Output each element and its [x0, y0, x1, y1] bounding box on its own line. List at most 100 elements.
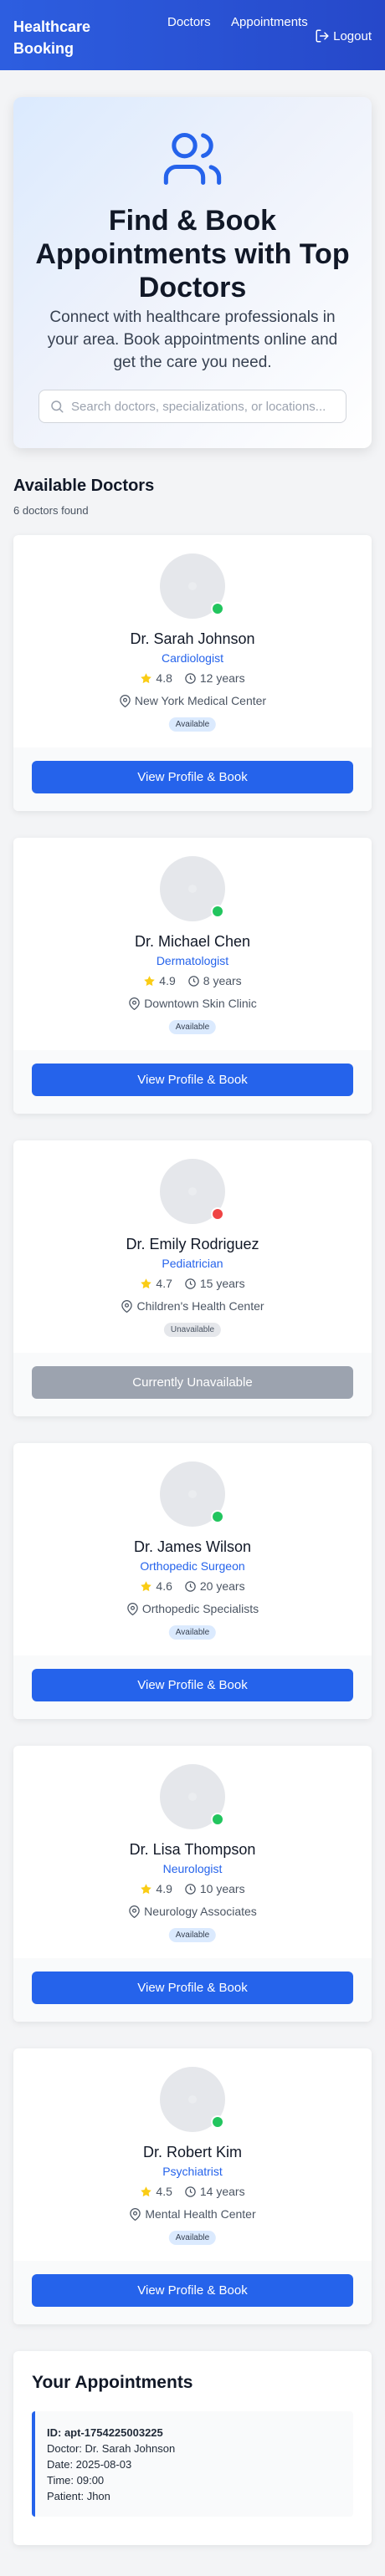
star-icon — [141, 1580, 152, 1591]
location-value: Orthopedic Specialists — [141, 1602, 259, 1615]
star-icon — [144, 975, 156, 986]
card-footer: View Profile & Book — [13, 747, 372, 811]
map-pin-icon — [121, 1299, 133, 1313]
rating-value: 4.9 — [159, 974, 176, 987]
avatar-placeholder — [188, 1490, 197, 1498]
doctor-meta: 4.7 15 years — [13, 1277, 372, 1290]
doctor-card: Dr. Emily Rodriguez Pediatrician 4.7 15 … — [13, 1140, 372, 1416]
view-profile-button[interactable]: View Profile & Book — [32, 1669, 353, 1701]
appointment-item: ID: apt-1754225003225 Doctor: Dr. Sarah … — [32, 2411, 353, 2517]
hero-section: Find & Book Appointments with Top Doctor… — [13, 97, 372, 448]
logout-icon — [316, 29, 329, 43]
card-footer: Currently Unavailable — [13, 1353, 372, 1416]
rating-value: 4.8 — [156, 671, 172, 685]
appointments-title: Your Appointments — [32, 2373, 193, 2392]
rating-value: 4.6 — [156, 1579, 172, 1593]
users-icon — [163, 132, 222, 186]
doctor-location: Neurology Associates — [13, 1905, 372, 1918]
doctors-count: 6 doctors found — [13, 504, 89, 517]
status-dot — [211, 602, 224, 615]
doctor-card: Dr. Lisa Thompson Neurologist 4.9 10 yea… — [13, 1746, 372, 2022]
experience: 12 years — [184, 671, 245, 685]
brand-title[interactable]: Healthcare Booking — [13, 16, 114, 59]
status-badge: Available — [168, 1625, 217, 1640]
experience-value: 14 years — [199, 2185, 245, 2198]
view-profile-button[interactable]: View Profile & Book — [32, 761, 353, 793]
doctor-specialization: Pediatrician — [162, 1257, 223, 1270]
map-pin-icon — [127, 1602, 138, 1615]
search-input[interactable] — [71, 399, 346, 414]
search-box[interactable] — [38, 390, 346, 423]
status-badge: Available — [168, 717, 217, 732]
rating: 4.7 — [140, 1277, 172, 1290]
view-profile-button[interactable]: View Profile & Book — [32, 2274, 353, 2307]
status-dot — [211, 1813, 224, 1826]
status-dot — [211, 2115, 224, 2129]
logout-button[interactable]: Logout — [315, 28, 372, 43]
appointment-patient: Patient: Jhon — [47, 2490, 110, 2502]
rating-value: 4.9 — [156, 1882, 172, 1895]
experience: 20 years — [184, 1579, 245, 1593]
experience-value: 12 years — [199, 671, 245, 685]
appointments-panel: Your Appointments ID: apt-1754225003225 … — [13, 2351, 372, 2545]
doctor-name: Dr. Michael Chen — [134, 933, 251, 950]
doctor-meta: 4.9 8 years — [13, 974, 372, 987]
appointment-id: ID: apt-1754225003225 — [47, 2426, 163, 2439]
doctor-specialization: Psychiatrist — [162, 2165, 223, 2178]
location-value: Neurology Associates — [144, 1905, 257, 1918]
avatar-placeholder — [188, 2095, 197, 2104]
status-badge: Available — [168, 2231, 217, 2245]
rating-value: 4.7 — [156, 1277, 172, 1290]
doctor-name: Dr. Lisa Thompson — [129, 1841, 256, 1858]
experience: 8 years — [187, 974, 242, 987]
doctor-location: Downtown Skin Clinic — [13, 997, 372, 1010]
status-dot — [211, 1207, 224, 1221]
rating: 4.9 — [140, 1882, 172, 1895]
status-badge: Unavailable — [163, 1323, 222, 1337]
nav-doctors-link[interactable]: Doctors — [167, 15, 211, 29]
avatar-placeholder — [188, 582, 197, 590]
location-value: Children's Health Center — [136, 1299, 264, 1313]
appointment-date: Date: 2025-08-03 — [47, 2458, 132, 2471]
star-icon — [141, 1278, 152, 1288]
nav-appointments-link[interactable]: Appointments — [231, 15, 308, 29]
avatar-placeholder — [188, 1187, 197, 1196]
view-profile-button[interactable]: View Profile & Book — [32, 1972, 353, 2004]
rating: 4.9 — [143, 974, 176, 987]
clock-icon — [185, 1278, 196, 1289]
doctor-location: Mental Health Center — [13, 2207, 372, 2221]
doctor-location: New York Medical Center — [13, 694, 372, 707]
view-profile-button[interactable]: View Profile & Book — [32, 1064, 353, 1096]
appointment-doctor: Doctor: Dr. Sarah Johnson — [47, 2442, 176, 2455]
experience-value: 10 years — [199, 1882, 245, 1895]
clock-icon — [188, 975, 199, 987]
search-icon — [51, 400, 64, 413]
doctor-name: Dr. Emily Rodriguez — [126, 1236, 259, 1252]
doctor-specialization: Cardiologist — [162, 651, 223, 665]
experience-value: 20 years — [199, 1579, 245, 1593]
doctor-meta: 4.8 12 years — [13, 671, 372, 685]
location-value: Downtown Skin Clinic — [144, 997, 257, 1010]
doctor-meta: 4.5 14 years — [13, 2185, 372, 2198]
appointment-time: Time: 09:00 — [47, 2474, 105, 2487]
clock-icon — [185, 2186, 196, 2197]
hero-subtitle: Connect with healthcare professionals in… — [47, 309, 338, 371]
star-icon — [141, 1883, 152, 1894]
map-pin-icon — [130, 2207, 141, 2221]
doctor-card: Dr. Michael Chen Dermatologist 4.9 8 yea… — [13, 838, 372, 1114]
doctor-meta: 4.6 20 years — [13, 1579, 372, 1593]
doctor-card: Dr. James Wilson Orthopedic Surgeon 4.6 … — [13, 1443, 372, 1719]
card-footer: View Profile & Book — [13, 1655, 372, 1719]
doctor-name: Dr. James Wilson — [133, 1538, 252, 1555]
doctor-name: Dr. Sarah Johnson — [130, 630, 255, 647]
hero-title: Find & Book Appointments with Top Doctor… — [35, 205, 350, 304]
status-dot — [211, 1510, 224, 1523]
avatar-placeholder — [188, 1793, 197, 1801]
view-profile-button[interactable]: Currently Unavailable — [32, 1366, 353, 1399]
doctor-card: Dr. Robert Kim Psychiatrist 4.5 14 years… — [13, 2048, 372, 2324]
doctor-location: Children's Health Center — [13, 1299, 372, 1313]
experience-value: 8 years — [203, 974, 242, 987]
logout-label: Logout — [333, 28, 372, 43]
avatar-placeholder — [188, 885, 197, 893]
doctor-name: Dr. Robert Kim — [142, 2144, 243, 2160]
